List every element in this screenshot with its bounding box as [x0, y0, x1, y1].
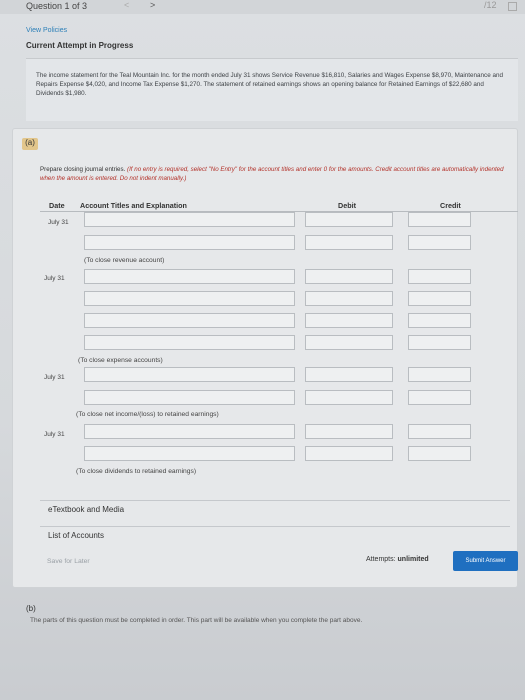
entry-date: July 31 — [44, 374, 65, 381]
credit-input[interactable] — [408, 235, 471, 250]
submit-answer-button[interactable]: Submit Answer — [453, 551, 518, 571]
credit-input[interactable] — [408, 424, 471, 439]
credit-input[interactable] — [408, 269, 471, 284]
attempts-label: Attempts: — [366, 556, 396, 563]
entry-note: (To close net income/(loss) to retained … — [76, 411, 219, 418]
instructions-text: Prepare closing journal entries. — [40, 166, 126, 173]
debit-input[interactable] — [305, 335, 393, 350]
account-title-input[interactable] — [84, 335, 295, 350]
credit-input[interactable] — [408, 446, 471, 461]
account-title-input[interactable] — [84, 424, 295, 439]
credit-input[interactable] — [408, 367, 471, 382]
part-b-text: The parts of this question must be compl… — [30, 617, 363, 624]
attempt-status: Current Attempt in Progress — [26, 41, 134, 50]
account-title-input[interactable] — [84, 291, 295, 306]
save-for-later-link[interactable]: Save for Later — [47, 558, 90, 565]
menu-grid-icon[interactable] — [508, 2, 517, 11]
entry-note: (To close dividends to retained earnings… — [76, 468, 197, 475]
previous-question-icon[interactable]: < — [124, 0, 129, 10]
account-title-input[interactable] — [84, 235, 295, 250]
column-debit-header: Debit — [338, 201, 356, 210]
credit-input[interactable] — [408, 313, 471, 328]
account-title-input[interactable] — [84, 446, 295, 461]
debit-input[interactable] — [305, 424, 393, 439]
problem-text: The income statement for the Teal Mounta… — [36, 72, 503, 97]
debit-input[interactable] — [305, 212, 393, 227]
account-title-input[interactable] — [84, 212, 295, 227]
debit-input[interactable] — [305, 235, 393, 250]
credit-input[interactable] — [408, 291, 471, 306]
top-bar: Question 1 of 3 < > /12 — [0, 0, 525, 14]
view-policies-link[interactable]: View Policies — [26, 27, 67, 34]
debit-input[interactable] — [305, 269, 393, 284]
attempts-value: unlimited — [397, 556, 429, 563]
next-question-icon[interactable]: > — [150, 0, 155, 10]
part-b-label: (b) — [26, 604, 36, 613]
instructions: Prepare closing journal entries. (If no … — [40, 165, 510, 183]
entry-note: (To close revenue account) — [84, 257, 165, 264]
account-title-input[interactable] — [84, 390, 295, 405]
debit-input[interactable] — [305, 313, 393, 328]
column-account-header: Account Titles and Explanation — [80, 201, 187, 210]
entry-date: July 31 — [48, 219, 69, 226]
etextbook-link[interactable]: eTextbook and Media — [40, 500, 510, 518]
credit-input[interactable] — [408, 212, 471, 227]
entry-date: July 31 — [44, 275, 65, 282]
column-credit-header: Credit — [440, 201, 461, 210]
account-title-input[interactable] — [84, 367, 295, 382]
score-indicator: /12 — [484, 0, 497, 10]
account-title-input[interactable] — [84, 313, 295, 328]
attempts-info: Attempts: unlimited — [366, 556, 429, 563]
problem-statement-box: The income statement for the Teal Mounta… — [26, 58, 518, 121]
part-a-label: (a) — [22, 138, 38, 150]
debit-input[interactable] — [305, 367, 393, 382]
question-label: Question 1 of 3 — [26, 1, 88, 11]
list-of-accounts-link[interactable]: List of Accounts — [40, 526, 510, 544]
debit-input[interactable] — [305, 291, 393, 306]
entry-date: July 31 — [44, 431, 65, 438]
account-title-input[interactable] — [84, 269, 295, 284]
credit-input[interactable] — [408, 390, 471, 405]
entry-note: (To close expense accounts) — [78, 357, 163, 364]
debit-input[interactable] — [305, 446, 393, 461]
credit-input[interactable] — [408, 335, 471, 350]
column-date-header: Date — [49, 201, 65, 210]
debit-input[interactable] — [305, 390, 393, 405]
